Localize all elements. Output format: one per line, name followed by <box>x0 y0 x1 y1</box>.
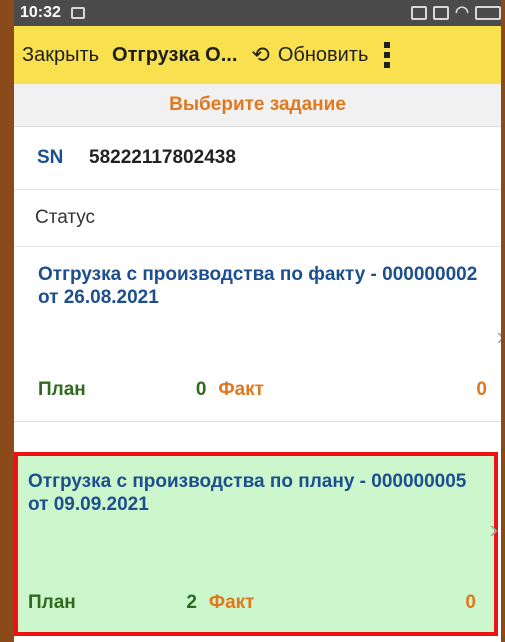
plan-value: 0 <box>195 379 207 400</box>
chevron-right-icon: › <box>496 323 501 349</box>
plan-label: План <box>38 379 86 400</box>
task-counts: План 0 Факт 0 <box>38 379 487 401</box>
chevron-right-icon: › <box>489 514 498 544</box>
status-icons: ◠ <box>411 4 501 21</box>
task-card[interactable]: Отгрузка с производства по факту - 00000… <box>14 247 501 422</box>
refresh-button[interactable]: ⟲ Обновить <box>251 44 368 67</box>
refresh-icon: ⟲ <box>251 42 270 67</box>
status-bar: 10:32 ◠ <box>14 0 501 26</box>
cast-icon <box>433 6 450 20</box>
device-frame-right <box>501 0 505 642</box>
more-dot-icon <box>384 52 391 58</box>
plan-value: 2 <box>186 592 197 613</box>
task-counts: План 2 Факт 0 <box>28 592 476 614</box>
task-title: Отгрузка с производства по плану - 00000… <box>28 471 467 515</box>
page-title: Отгрузка О... <box>112 43 238 66</box>
wifi-icon: ◠ <box>455 4 469 21</box>
fact-label: Факт <box>218 379 264 400</box>
task-title: Отгрузка с производства по факту - 00000… <box>38 264 478 308</box>
select-task-button[interactable]: Выберите задание <box>14 84 501 127</box>
task-card-selected[interactable]: Отгрузка с производства по плану - 00000… <box>14 452 498 636</box>
device-frame-left <box>0 0 14 642</box>
status-label: Статус <box>35 207 96 228</box>
status-time: 10:32 <box>20 4 61 21</box>
sn-row: SN 58222117802438 <box>14 127 501 190</box>
sn-label: SN <box>37 147 64 168</box>
refresh-label: Обновить <box>277 43 369 66</box>
more-dot-icon <box>384 42 391 48</box>
status-row: Статус <box>14 190 501 247</box>
close-button[interactable]: Закрыть <box>22 44 99 67</box>
sn-value: 58222117802438 <box>89 147 236 168</box>
more-menu-button[interactable] <box>384 42 391 68</box>
fact-label: Факт <box>208 592 255 613</box>
more-dot-icon <box>384 62 391 68</box>
battery-icon <box>475 6 501 20</box>
screenshot-icon <box>411 6 428 20</box>
plan-label: План <box>28 592 76 613</box>
fact-value: 0 <box>465 592 476 613</box>
fact-value: 0 <box>476 379 487 400</box>
notification-icon <box>70 7 85 19</box>
toolbar: Закрыть Отгрузка О... ⟲ Обновить <box>14 26 501 84</box>
